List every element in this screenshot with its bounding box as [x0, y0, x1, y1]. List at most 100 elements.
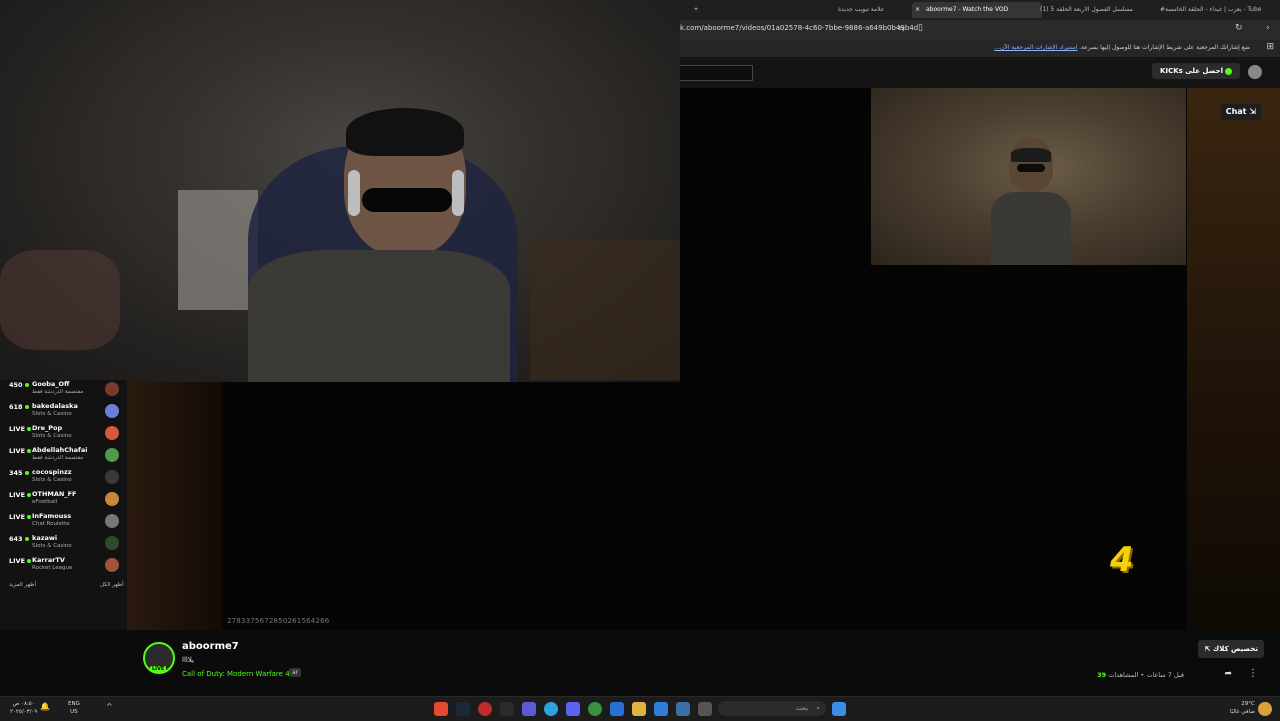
- tab-label: aboorme7 - Watch the VOD: [926, 6, 1009, 13]
- streamer-figure-small: [991, 138, 1071, 265]
- separator: •: [1138, 671, 1145, 679]
- t-shirt: [248, 250, 510, 382]
- new-tab-button[interactable]: +: [688, 2, 704, 18]
- channel-avatar: [105, 536, 119, 550]
- live-dot-icon: [24, 405, 29, 409]
- desk: [530, 240, 680, 380]
- sunglasses: [362, 188, 452, 212]
- channel-avatar: [105, 448, 119, 462]
- notification-icon[interactable]: 🔔: [40, 702, 50, 711]
- viewer-count: 618: [9, 403, 23, 411]
- game-category-link[interactable]: Call of Duty: Modern Warfare 4: [182, 670, 290, 678]
- capcut-icon[interactable]: [500, 702, 514, 716]
- views-label: المشاهدات: [1108, 671, 1139, 679]
- channel-name: AbdellahChafai: [32, 446, 88, 454]
- chat-label: Chat: [1225, 107, 1247, 116]
- search-input[interactable]: [680, 65, 753, 81]
- import-bookmarks-link[interactable]: استيراد الإشارات المرجعية الآن...: [994, 44, 1077, 51]
- app-icon[interactable]: [676, 702, 690, 716]
- channel-avatar: [105, 558, 119, 572]
- channel-category: Slots & Casino: [32, 477, 72, 483]
- stream-title: يلاااا: [182, 656, 194, 664]
- tab-youtube-episode[interactable]: #يعرب | غيداء - الحلقة الخامسة - Tube: [1160, 2, 1266, 18]
- stream-webcam-frame: [871, 88, 1186, 265]
- system-clock[interactable]: ٠٨:٥٠ ص ٢٠٢٥/٠٣/٠٩: [10, 700, 37, 716]
- language-tag[interactable]: ar: [289, 668, 302, 677]
- customize-clip-button[interactable]: تخصيص كلاك ⇱: [1198, 640, 1264, 658]
- more-options-icon[interactable]: ⋮: [1248, 668, 1258, 679]
- sidebar-channel-item[interactable]: LIVE AbdellahChafai مقتصمة الدردشة فقط: [0, 446, 127, 468]
- weather-widget[interactable]: 29°C صافي غالبًا: [1230, 700, 1255, 716]
- app-icon[interactable]: [522, 702, 536, 716]
- sidebar-channel-item[interactable]: LIVE Dre_Pop Slots & Casino: [0, 424, 127, 446]
- close-icon[interactable]: ×: [915, 2, 920, 18]
- store-icon[interactable]: [610, 702, 624, 716]
- tray-chevron-icon[interactable]: ^: [106, 702, 113, 711]
- live-dot-icon: [24, 383, 29, 387]
- back-icon[interactable]: ›: [1266, 23, 1270, 33]
- chat-toggle-button[interactable]: Chat ⇲: [1220, 104, 1261, 120]
- channel-name[interactable]: aboorme7: [182, 641, 239, 652]
- stream-background-right: [1187, 88, 1280, 630]
- whiteboard: [178, 190, 258, 310]
- sidebar-channel-item[interactable]: 345 cocospinzz Slots & Casino: [0, 468, 127, 490]
- tab-series-episode[interactable]: (1) مسلسل الفصول الاربعة الحلقة 5: [1040, 2, 1150, 18]
- bookmark-icon[interactable]: ▯: [918, 23, 923, 33]
- channel-name: KarrarTV: [32, 556, 65, 564]
- viewer-count: LIVE: [9, 491, 26, 499]
- sidebar-channel-item[interactable]: 450 Gooba_Off مقتصمة الدردشة فقط: [0, 380, 127, 402]
- telegram-icon[interactable]: [544, 702, 558, 716]
- translate-icon[interactable]: ⇆: [898, 24, 905, 33]
- live-dot-icon: [27, 449, 32, 453]
- channel-name: cocospinzz: [32, 468, 72, 476]
- kicks-coin-icon: [1225, 67, 1232, 75]
- bookmark-message: ضع إشاراتك المرجعية على شريط الإشارات هن…: [994, 44, 1250, 51]
- site-header: ▣ احصل على KICKs: [680, 57, 1280, 88]
- opera-icon[interactable]: [478, 702, 492, 716]
- sidebar-channel-item[interactable]: 618 bakedalaska Slots & Casino: [0, 402, 127, 424]
- channel-avatar: [105, 492, 119, 506]
- clock-time: ٠٨:٥٠ ص: [12, 701, 35, 707]
- address-bar: k.com/aboorme7/videos/01a02578-4c60-7bbe…: [680, 20, 1280, 40]
- chrome-icon[interactable]: [588, 702, 602, 716]
- get-kicks-button[interactable]: احصل على KICKs: [1154, 63, 1240, 79]
- live-dot-icon: [27, 493, 32, 497]
- apps-grid-icon[interactable]: ⊞: [1266, 42, 1274, 52]
- live-dot-icon: [24, 537, 29, 541]
- stream-overlay-logo: 4: [1110, 540, 1134, 580]
- sidebar-channel-item[interactable]: LIVE InFamouss Chat Roulette: [0, 512, 127, 534]
- channel-category: Slots & Casino: [32, 411, 72, 417]
- discord-icon[interactable]: [566, 702, 580, 716]
- sidebar-channel-item[interactable]: LIVE KarrarTV Rocket League: [0, 556, 127, 578]
- brave-icon[interactable]: [434, 702, 448, 716]
- reload-icon[interactable]: ↻: [1235, 23, 1243, 33]
- start-icon[interactable]: [832, 702, 846, 716]
- taskbar-search[interactable]: ⌕ بحث: [718, 701, 826, 716]
- input-language[interactable]: ENG US: [68, 700, 80, 716]
- show-more-link[interactable]: أظهر المزيد: [9, 582, 36, 588]
- steam-icon[interactable]: [456, 702, 470, 716]
- time-ago: قبل 7 ساعات: [1146, 671, 1184, 679]
- tab-new-tab[interactable]: علامة تبويب جديدة: [838, 2, 902, 18]
- tab-kick-vod[interactable]: × aboorme7 - Watch the VOD: [912, 2, 1042, 18]
- channel-info-bar: LIVE aboorme7 يلاااا Call of Duty: Moder…: [127, 630, 1280, 696]
- task-view-icon[interactable]: [698, 702, 712, 716]
- channel-avatar: [105, 426, 119, 440]
- share-icon[interactable]: ➦: [1224, 669, 1232, 679]
- file-explorer-icon[interactable]: [632, 702, 646, 716]
- channel-name: bakedalaska: [32, 402, 78, 410]
- channel-category: مقتصمة الدردشة فقط: [32, 455, 84, 461]
- weather-icon: [1258, 702, 1272, 716]
- url-field[interactable]: k.com/aboorme7/videos/01a02578-4c60-7bbe…: [680, 24, 918, 32]
- search-placeholder: بحث: [795, 704, 808, 712]
- user-avatar[interactable]: [1248, 65, 1262, 79]
- channel-name: Gooba_Off: [32, 380, 70, 388]
- edge-icon[interactable]: [654, 702, 668, 716]
- sidebar-channel-item[interactable]: 643 kazawi Slots & Casino: [0, 534, 127, 556]
- lang-region: US: [70, 709, 78, 715]
- customize-label: تخصيص كلاك: [1212, 645, 1258, 653]
- sidebar-channel-item[interactable]: LIVE OTHMAN_FF eFootball: [0, 490, 127, 512]
- recommended-channels: 450 Gooba_Off مقتصمة الدردشة فقط 618 bak…: [0, 380, 127, 630]
- tab-label: #يعرب | غيداء - الحلقة الخامسة - Tube: [1160, 6, 1262, 13]
- show-all-link[interactable]: أظهر الكل: [100, 582, 124, 588]
